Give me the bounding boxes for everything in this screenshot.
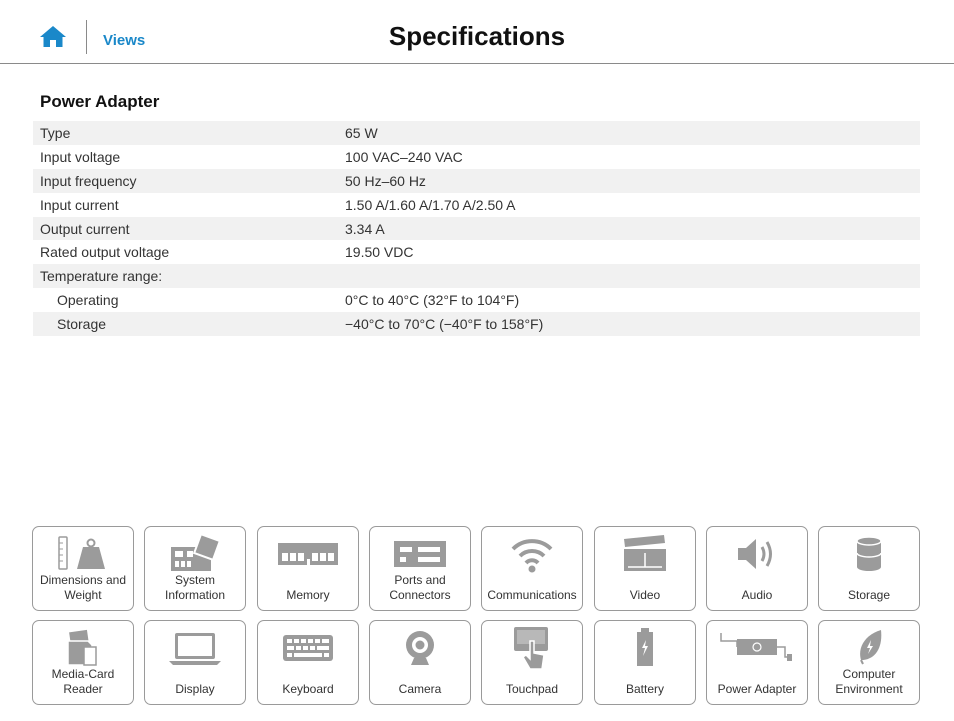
tile-label: Storage [847,588,891,602]
tile-media-card-reader[interactable]: Media-Card Reader [32,620,134,705]
touchpad-icon [514,627,548,670]
tile-label: Camera [398,682,442,696]
row-label: Temperature range: [40,268,163,285]
battery-icon [637,628,653,666]
weight-icon [58,536,105,570]
tile-label: Ports and Connectors [389,573,451,602]
tile-label: Battery [625,682,664,696]
tile-audio[interactable]: Audio [706,526,808,611]
page-title: Specifications [388,21,566,51]
tile-communications[interactable]: Communications [481,526,583,611]
tile-label: Keyboard [282,682,334,696]
row-value: 65 W [345,124,378,141]
row-label: Input voltage [40,148,121,165]
tile-keyboard[interactable]: Keyboard [257,620,359,705]
leaf-icon [860,630,882,665]
tile-ports-and-connectors[interactable]: Ports and Connectors [369,526,471,611]
table-row: Input frequency 50 Hz–60 Hz [33,168,920,193]
memory-icon [278,543,338,565]
table-row: Output current 3.34 A [33,216,920,241]
tile-label: Computer Environment [835,667,903,696]
table-row: Type 65 W [33,121,920,145]
row-value: 3.34 A [345,220,385,237]
tile-computer-environment[interactable]: Computer Environment [818,620,920,705]
section-title: Power Adapter [40,92,160,111]
laptop-icon [169,633,221,665]
keyboard-icon [283,635,333,661]
tile-touchpad[interactable]: Touchpad [481,620,583,705]
row-label: Output current [40,220,130,237]
tile-label: Dimensions and Weight [39,573,127,602]
table-row: Rated output voltage 19.50 VDC [33,240,920,264]
tile-label: Memory [286,588,330,602]
row-label: Storage [57,316,107,333]
tile-power-adapter[interactable]: Power Adapter [706,620,808,705]
header-bar: Views Specifications [0,0,954,64]
tile-label: Video [629,588,661,602]
wifi-icon [511,539,553,573]
tile-battery[interactable]: Battery [594,620,696,705]
spec-table: Type 65 W Input voltage 100 VAC–240 VAC … [33,121,920,337]
row-label: Input frequency [40,172,137,189]
motherboard-icon [171,533,222,571]
row-value: 19.50 VDC [345,244,414,261]
tile-label: Media-Card Reader [51,667,115,696]
tile-memory[interactable]: Memory [257,526,359,611]
row-label: Operating [57,292,119,309]
speaker-icon [738,539,772,569]
table-row: Storage −40°C to 70°C (−40°F to 158°F) [33,312,920,337]
table-row: Input voltage 100 VAC–240 VAC [33,145,920,169]
table-row: Input current 1.50 A/1.60 A/1.70 A/2.50 … [33,193,920,217]
power-adapter-icon [720,633,792,661]
ports-icon [394,541,446,567]
tile-storage[interactable]: Storage [818,526,920,611]
table-row: Temperature range: [33,264,920,289]
tile-label: System Information [164,573,226,602]
row-label: Rated output voltage [40,244,170,261]
row-value: −40°C to 70°C (−40°F to 158°F) [345,316,544,333]
row-label: Type [40,124,71,141]
clapperboard-icon [624,535,666,571]
tile-label: Power Adapter [717,682,797,696]
tile-video[interactable]: Video [594,526,696,611]
tile-label: Audio [741,588,773,602]
database-icon [856,536,882,571]
row-label: Input current [40,196,119,213]
tile-label: Display [175,682,215,696]
row-value [338,264,920,288]
tile-camera[interactable]: Camera [369,620,471,705]
row-value: 0°C to 40°C (32°F to 104°F) [345,292,520,309]
webcam-icon [406,631,434,665]
spec-nav-grid: Dimensions and Weight System Information [32,526,920,705]
tile-label: Communications [487,588,577,602]
tile-system-information[interactable]: System Information [144,526,246,611]
media-card-icon [67,629,97,666]
tile-display[interactable]: Display [144,620,246,705]
table-row: Operating 0°C to 40°C (32°F to 104°F) [33,288,920,312]
row-value: 1.50 A/1.60 A/1.70 A/2.50 A [345,196,516,213]
tile-label: Touchpad [505,682,559,696]
row-value: 50 Hz–60 Hz [345,172,426,189]
row-value: 100 VAC–240 VAC [345,148,463,165]
tile-dimensions-and-weight[interactable]: Dimensions and Weight [32,526,134,611]
